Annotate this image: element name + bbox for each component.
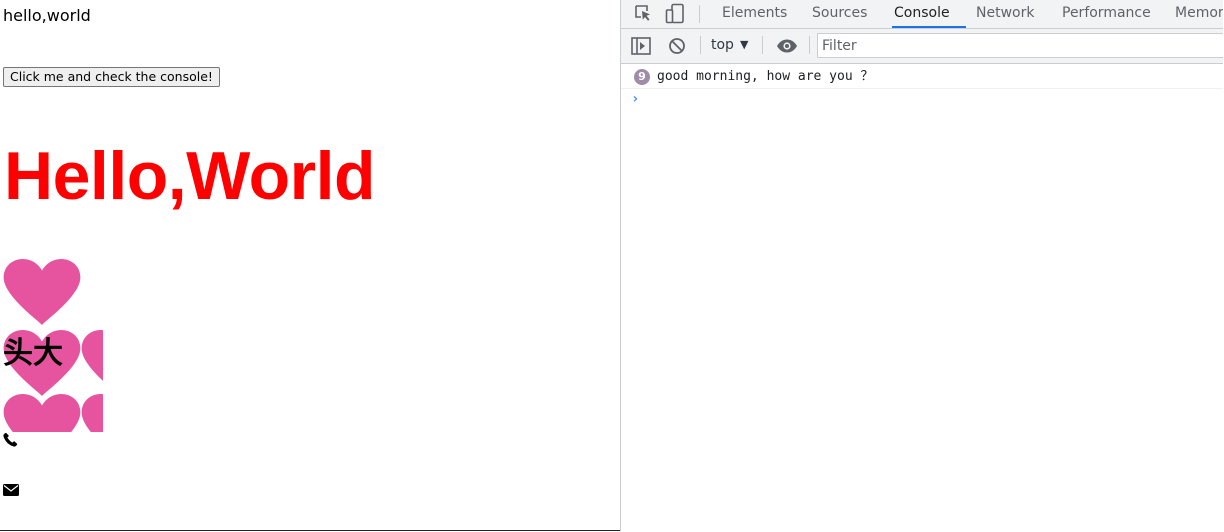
toolbar-divider — [700, 36, 701, 54]
console-message-text: good morning, how are you ？ — [657, 69, 874, 84]
context-selector-label: top — [711, 37, 734, 53]
heart-icon — [81, 330, 103, 381]
tab-performance[interactable]: Performance — [1062, 0, 1151, 28]
devtools-tabbar: Elements Sources Console Network Perform… — [621, 0, 1223, 29]
heart-icon — [3, 394, 81, 432]
tab-elements[interactable]: Elements — [722, 0, 787, 28]
console-prompt[interactable]: › — [631, 91, 639, 107]
devtools-panel: Elements Sources Console Network Perform… — [620, 0, 1223, 531]
envelope-icon — [3, 484, 19, 496]
toolbar-divider — [809, 36, 810, 54]
console-toolbar: top ▼ — [621, 29, 1223, 64]
caret-down-icon: ▼ — [739, 38, 749, 51]
context-selector[interactable]: top ▼ — [711, 37, 748, 53]
toolbar-divider — [762, 36, 763, 54]
console-message: 9 good morning, how are you ？ — [621, 65, 1223, 89]
page-heading: Hello,World — [4, 138, 376, 214]
tab-network[interactable]: Network — [976, 0, 1034, 28]
page-viewport: hello,world Click me and check the conso… — [0, 0, 620, 531]
device-toolbar-icon[interactable] — [665, 3, 685, 25]
phone-icon — [3, 432, 18, 447]
filter-input[interactable] — [817, 33, 1223, 58]
clear-console-icon[interactable] — [668, 37, 686, 55]
sidebar-toggle-icon[interactable] — [631, 37, 651, 55]
page-label: 头大 — [3, 336, 63, 371]
tab-memory[interactable]: Memor — [1175, 0, 1223, 28]
tab-console[interactable]: Console — [892, 0, 966, 28]
heart-icon — [3, 259, 81, 325]
heart-icon — [81, 394, 103, 432]
repeat-count-badge: 9 — [634, 69, 650, 85]
toolbar-divider — [699, 5, 700, 23]
inspect-element-icon[interactable] — [633, 3, 653, 23]
eye-icon[interactable] — [776, 39, 798, 53]
check-console-button[interactable]: Click me and check the console! — [3, 67, 220, 87]
tab-sources[interactable]: Sources — [812, 0, 867, 28]
page-text: hello,world — [3, 6, 91, 25]
